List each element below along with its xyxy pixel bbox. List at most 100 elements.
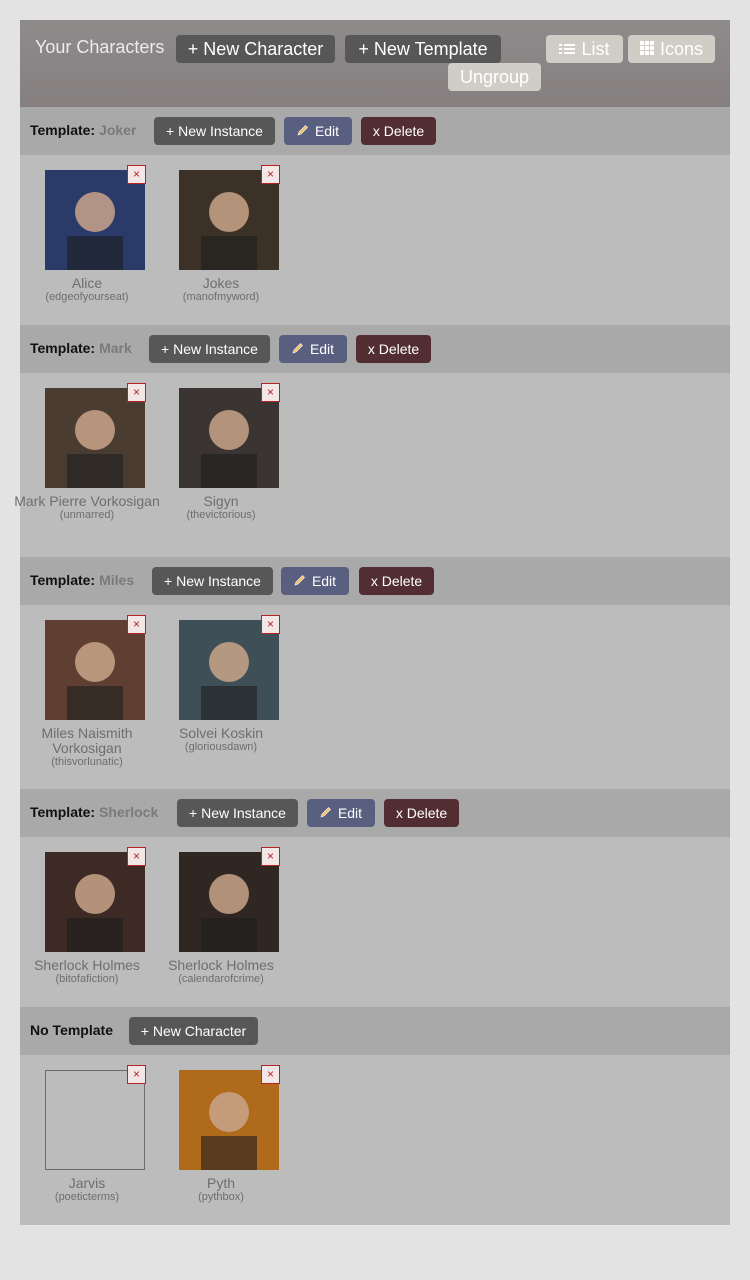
character-handle: (calendarofcrime): [178, 973, 264, 985]
character-handle: (bitofafiction): [55, 973, 119, 985]
close-icon[interactable]: ×: [127, 847, 146, 866]
character-avatar[interactable]: [45, 620, 145, 720]
template-title: Template: Joker: [30, 122, 136, 138]
no-template-header: No Template + New Character: [20, 1007, 730, 1055]
character-name-text: Sherlock Holmes: [34, 957, 140, 973]
new-character-button[interactable]: + New Character: [176, 35, 335, 63]
pencil-icon: [294, 573, 306, 589]
template-name: Sherlock: [99, 804, 159, 820]
character-avatar[interactable]: [179, 388, 279, 488]
template-name: Miles: [99, 572, 135, 588]
icons-view-label: Icons: [659, 38, 704, 59]
icons-view-button[interactable]: Icons: [628, 35, 715, 63]
character-avatar[interactable]: [45, 852, 145, 952]
close-icon[interactable]: ×: [261, 165, 280, 184]
template-title: Template: Sherlock: [30, 804, 158, 820]
new-instance-button[interactable]: + New Instance: [149, 335, 270, 363]
list-view-label: List: [581, 38, 610, 59]
edit-button[interactable]: Edit: [279, 335, 347, 363]
edit-label: Edit: [311, 573, 337, 589]
edit-label: Edit: [314, 123, 340, 139]
template-title: Template: Miles: [30, 572, 134, 588]
template-title: Template: Mark: [30, 340, 132, 356]
template-header: Template: Joker + New Instance Edit x Delete: [20, 107, 730, 155]
new-template-button[interactable]: + New Template: [345, 35, 501, 63]
character-name-text: Solvei Koskin: [178, 725, 264, 741]
pencil-icon: [320, 805, 332, 821]
template-prefix: Template:: [30, 804, 96, 820]
new-instance-button[interactable]: + New Instance: [177, 799, 298, 827]
character-avatar[interactable]: [179, 852, 279, 952]
close-icon[interactable]: ×: [261, 847, 280, 866]
character-name-text: Sigyn: [203, 493, 239, 509]
edit-button[interactable]: Edit: [284, 117, 352, 145]
pencil-icon: [292, 341, 304, 357]
new-instance-button[interactable]: + New Instance: [152, 567, 273, 595]
character-name-text: Miles Naismith Vorkosigan: [41, 725, 133, 756]
character-handle: (thevictorious): [186, 509, 256, 521]
character-name: Sigyn (thevictorious): [146, 494, 296, 522]
character-avatar[interactable]: [45, 170, 145, 270]
character-name: Mark Pierre Vorkosigan (unmarred): [12, 494, 162, 522]
character-handle: (poeticterms): [54, 1191, 120, 1203]
character-name: Pyth (pythbox): [146, 1176, 296, 1204]
close-icon[interactable]: ×: [127, 383, 146, 402]
character-handle: (edgeofyourseat): [45, 291, 129, 303]
template-prefix: Template:: [30, 122, 96, 138]
close-icon[interactable]: ×: [261, 1065, 280, 1084]
template-header: Template: Mark + New Instance Edit x Delete: [20, 325, 730, 373]
delete-button[interactable]: x Delete: [361, 117, 436, 145]
character-avatar-empty[interactable]: [45, 1070, 145, 1170]
edit-label: Edit: [337, 805, 363, 821]
character-avatar[interactable]: [179, 170, 279, 270]
delete-button[interactable]: x Delete: [356, 335, 431, 363]
top-bar: Your Characters + New Character + New Te…: [20, 20, 730, 107]
character-avatar[interactable]: [179, 1070, 279, 1170]
character-name-text: Sherlock Holmes: [168, 957, 274, 973]
character-name-text: Mark Pierre Vorkosigan: [14, 493, 160, 509]
character-name-text: Pyth: [206, 1175, 235, 1191]
character-avatar[interactable]: [45, 388, 145, 488]
character-handle: (thisvorlunatic): [51, 756, 123, 768]
character-name-text: Jarvis: [68, 1175, 106, 1191]
new-character-button-bottom[interactable]: + New Character: [129, 1017, 258, 1045]
grid-icon: [639, 39, 654, 60]
new-instance-button[interactable]: + New Instance: [154, 117, 275, 145]
edit-button[interactable]: Edit: [307, 799, 375, 827]
list-icon: [559, 39, 576, 60]
close-icon[interactable]: ×: [127, 165, 146, 184]
template-name: Joker: [99, 122, 137, 138]
template-name: Mark: [99, 340, 132, 356]
character-name: Sherlock Holmes (bitofafiction): [12, 958, 162, 986]
character-name: Alice (edgeofyourseat): [12, 276, 162, 304]
close-icon[interactable]: ×: [127, 615, 146, 634]
page-title: Your Characters: [35, 37, 165, 57]
delete-button[interactable]: x Delete: [384, 799, 459, 827]
pencil-icon: [297, 123, 309, 139]
character-name: Solvei Koskin (gloriousdawn): [146, 726, 296, 754]
character-avatar[interactable]: [179, 620, 279, 720]
character-name: Sherlock Holmes (calendarofcrime): [146, 958, 296, 986]
characters-panel: Your Characters + New Character + New Te…: [14, 20, 730, 1225]
template-prefix: Template:: [30, 340, 96, 356]
character-name-text: Jokes: [202, 275, 240, 291]
template-header: Template: Sherlock + New Instance Edit x Del…: [20, 789, 730, 837]
template-header: Template: Miles + New Instance Edit x Delete: [20, 557, 730, 605]
character-name-text: Alice: [71, 275, 103, 291]
character-handle: (manofmyword): [182, 291, 260, 303]
edit-button[interactable]: Edit: [281, 567, 349, 595]
list-view-button[interactable]: List: [546, 35, 623, 63]
close-icon[interactable]: ×: [261, 383, 280, 402]
character-handle: (pythbox): [198, 1191, 244, 1203]
template-prefix: Template:: [30, 572, 96, 588]
character-name: Miles Naismith Vorkosigan (thisvorlunatic…: [12, 726, 162, 769]
character-handle: (unmarred): [59, 509, 115, 521]
edit-label: Edit: [309, 341, 335, 357]
character-name: Jokes (manofmyword): [146, 276, 296, 304]
character-name: Jarvis (poeticterms): [12, 1176, 162, 1204]
close-icon[interactable]: ×: [261, 615, 280, 634]
delete-button[interactable]: x Delete: [359, 567, 434, 595]
close-icon[interactable]: ×: [127, 1065, 146, 1084]
character-handle: (gloriousdawn): [184, 741, 258, 753]
ungroup-button[interactable]: Ungroup: [448, 63, 541, 91]
